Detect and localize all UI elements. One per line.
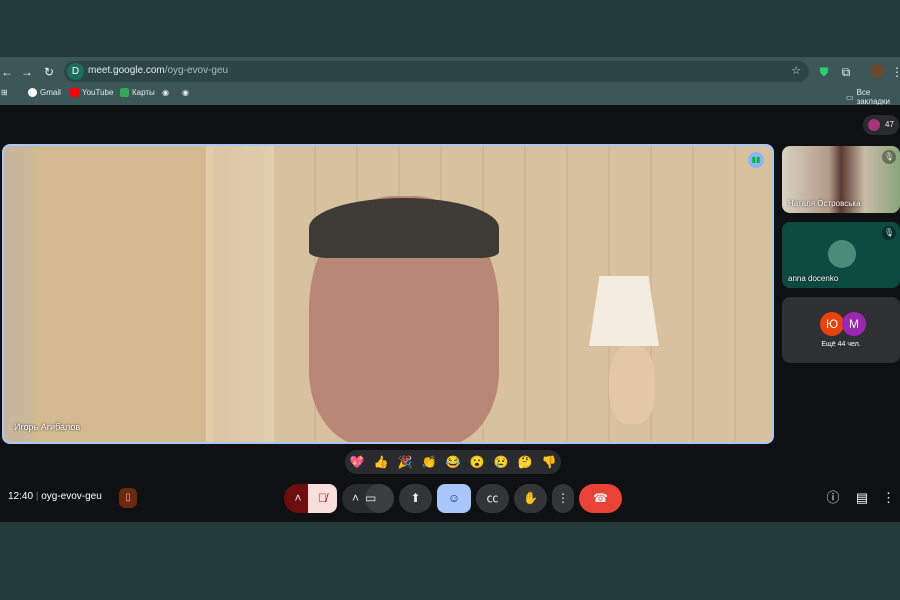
all-bookmarks[interactable]: ▭ Все закладки [846, 88, 900, 106]
speaker-video [309, 198, 499, 258]
reload-icon[interactable]: ↻ [42, 65, 56, 79]
globe-icon[interactable]: ◉ [182, 88, 189, 97]
door-icon[interactable]: ▯ [119, 488, 137, 508]
bookmark-youtube[interactable]: YouTube [70, 88, 113, 97]
main-video-tile[interactable]: ▮▮ Игорь Агибалов [2, 144, 774, 444]
reaction-thumbs-up[interactable]: 👍 [374, 455, 389, 469]
participant-name: anna docenko [788, 274, 839, 283]
camera-icon[interactable]: ▭ [365, 484, 394, 513]
participant-tile[interactable]: 🎙 Наталя Островська [782, 146, 900, 213]
captions-button[interactable]: ㏄ [476, 484, 509, 513]
reaction-party[interactable]: 🎉 [398, 455, 413, 469]
avatar [828, 240, 856, 268]
bookmark-star-icon[interactable]: ☆ [791, 64, 801, 77]
folder-icon: ▭ [846, 92, 854, 102]
speaking-indicator-icon: ▮▮ [748, 152, 764, 168]
chat-icon[interactable]: ▤ [853, 489, 871, 507]
activities-icon[interactable]: ⋮⋮ [882, 489, 900, 507]
leave-call-button[interactable]: ☎ [579, 484, 622, 513]
profile-avatar[interactable] [870, 64, 884, 78]
extensions-icon[interactable]: ⧉ [839, 65, 853, 79]
reactions-button[interactable]: ☺ [437, 484, 471, 513]
meet-site-icon: D [67, 63, 84, 80]
reaction-thumbs-down[interactable]: 👎 [542, 455, 557, 469]
participant-tile[interactable]: 🎙 anna docenko [782, 222, 900, 288]
avatar: Ю [820, 312, 844, 336]
captions-icon: ㏄ [486, 491, 499, 505]
avatar: M [842, 312, 866, 336]
hang-up-icon: ☎ [593, 491, 608, 505]
main-speaker-name: Игорь Агибалов [14, 422, 81, 432]
raise-hand-button[interactable]: ✋ [514, 484, 547, 513]
address-bar[interactable]: D meet.google.com/oyg-evov-geu ☆ [64, 61, 809, 82]
reaction-heart[interactable]: 💖 [350, 455, 365, 469]
present-button[interactable]: ⬆ [399, 484, 432, 513]
meeting-info: 12:40 | oyg-evov-geu [8, 491, 102, 502]
mic-off-icon: 🎙 [882, 150, 896, 164]
video-lamp [589, 276, 659, 346]
reaction-surprised[interactable]: 😮 [470, 455, 485, 469]
google-icon [28, 88, 37, 97]
more-participants-label: Ещё 44 чел. [821, 341, 861, 348]
reaction-sad[interactable]: 😢 [494, 455, 509, 469]
globe-icon[interactable]: ◉ [162, 88, 169, 97]
url-text: meet.google.com/oyg-evov-geu [88, 65, 229, 76]
back-icon[interactable]: ← [0, 65, 14, 79]
more-options-button[interactable]: ⋮ [552, 484, 574, 513]
reaction-laugh[interactable]: 😂 [446, 455, 461, 469]
bookmark-maps[interactable]: Карты [120, 88, 155, 97]
apps-icon[interactable]: ⊞ [1, 88, 8, 97]
video-lamp [609, 346, 655, 424]
info-icon[interactable]: ⓘ [824, 489, 842, 507]
bookmark-gmail[interactable]: Gmail [28, 88, 61, 97]
clock: 12:40 [8, 491, 34, 502]
mic-off-icon: 🎙̸ [318, 491, 327, 505]
video-background [34, 146, 214, 442]
meeting-code: oyg-evov-geu [41, 491, 102, 502]
hand-icon: ✋ [523, 491, 538, 505]
shield-extension-icon[interactable]: ⛊ [817, 65, 831, 79]
youtube-icon [70, 88, 79, 97]
reaction-clap[interactable]: 👏 [422, 455, 437, 469]
participants-button[interactable]: 47 [863, 115, 899, 135]
present-icon: ⬆ [410, 491, 421, 505]
maps-icon [120, 88, 129, 97]
camera-options-button[interactable]: ˄ ▭ [342, 484, 394, 513]
forward-icon[interactable]: → [20, 65, 34, 79]
mic-off-icon: 🎙 [882, 226, 896, 240]
reaction-thinking[interactable]: 🤔 [518, 455, 533, 469]
menu-icon[interactable]: ⋮ [890, 65, 900, 79]
participant-name: Наталя Островська [788, 199, 861, 208]
emoji-icon: ☺ [447, 491, 461, 505]
more-participants-tile[interactable]: Ю M Ещё 44 чел. [782, 297, 900, 363]
participants-avatars [868, 119, 880, 131]
reactions-bar: 💖 👍 🎉 👏 😂 😮 😢 🤔 👎 [345, 450, 561, 474]
mic-toggle-button[interactable]: 🎙̸ [308, 484, 337, 513]
